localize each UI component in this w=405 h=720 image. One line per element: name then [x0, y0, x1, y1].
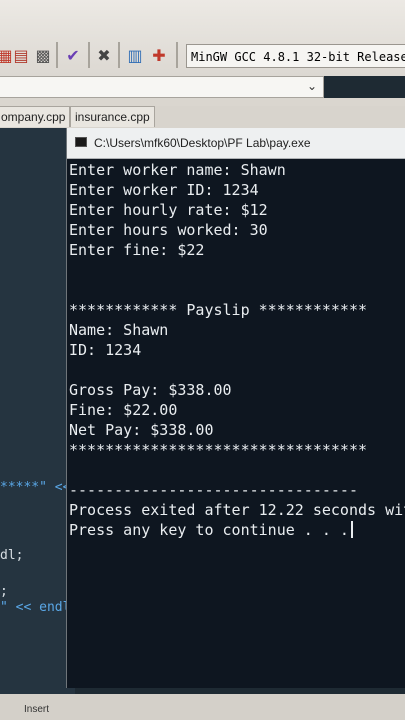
console-line: Process exited after 12.22 seconds with — [69, 501, 405, 519]
tab-insurance[interactable]: insurance.cpp — [70, 106, 155, 127]
console-line: Press any key to continue . . . — [69, 521, 349, 539]
console-line: Gross Pay: $338.00 — [69, 381, 232, 399]
code-fragment: dl; — [0, 548, 24, 563]
console-line: Enter worker name: Shawn — [69, 161, 286, 179]
check-icon[interactable]: ✔ — [62, 44, 84, 66]
console-line: Enter worker ID: 1234 — [69, 181, 259, 199]
console-line: Enter hours worked: 30 — [69, 221, 268, 239]
console-prompt-line: Press any key to continue . . . — [69, 520, 353, 540]
tab-company[interactable]: ompany.cpp — [0, 106, 71, 127]
console-line: Name: Shawn — [69, 321, 169, 339]
console-line: -------------------------------- — [69, 481, 358, 499]
file-tabs: ompany.cpp insurance.cpp — [0, 106, 405, 128]
chart-icon[interactable]: ▥ — [124, 44, 146, 66]
compiler-select[interactable]: MinGW GCC 4.8.1 32-bit Release — [186, 44, 405, 68]
close-icon[interactable]: ✖ — [93, 44, 115, 66]
code-editor[interactable]: *****" << dl; ; " << endl — [0, 128, 75, 694]
console-output: Enter worker name: Shawn Enter worker ID… — [69, 160, 405, 686]
layout-icon[interactable]: ▤ — [10, 44, 32, 66]
console-title: C:\Users\mfk60\Desktop\PF Lab\pay.exe — [94, 136, 311, 150]
grid-icon[interactable]: ▩ — [32, 44, 54, 66]
console-window[interactable]: C:\Users\mfk60\Desktop\PF Lab\pay.exe En… — [66, 128, 405, 688]
console-app-icon — [75, 137, 87, 147]
console-line: ID: 1234 — [69, 341, 142, 359]
code-fragment: ; — [0, 584, 8, 599]
console-line: Enter hourly rate: $12 — [69, 201, 268, 219]
ide-toolbar: ▦ ▤ ▩ ✔ ✖ ▥ ✚ MinGW GCC 4.8.1 32-bit Rel… — [0, 0, 405, 76]
status-bar: Insert — [0, 694, 405, 720]
console-title-bar[interactable]: C:\Users\mfk60\Desktop\PF Lab\pay.exe — [67, 128, 405, 159]
function-combo[interactable]: ⌄ — [0, 76, 324, 98]
console-line: ************ Payslip ************ — [69, 301, 368, 319]
chevron-down-icon[interactable]: ⌄ — [307, 79, 317, 93]
console-line: Net Pay: $338.00 — [69, 421, 214, 439]
console-line: ********************************* — [69, 441, 368, 459]
debug-icon[interactable]: ✚ — [148, 44, 170, 66]
code-fragment: " << endl — [0, 600, 71, 615]
status-insert: Insert — [24, 704, 50, 715]
code-fragment: *****" << — [0, 480, 71, 495]
console-line: Fine: $22.00 — [69, 401, 178, 419]
console-line: Enter fine: $22 — [69, 241, 205, 259]
text-cursor — [350, 521, 353, 538]
